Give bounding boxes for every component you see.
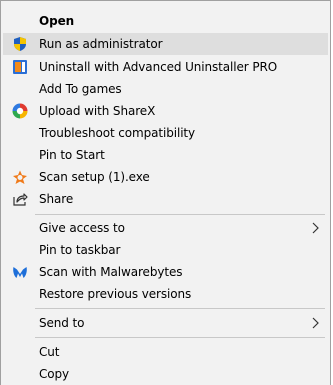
menu-item-share[interactable]: Share — [3, 188, 328, 210]
menu-item-label: Cut — [39, 345, 60, 359]
menu-item-give-access-to[interactable]: Give access to — [3, 217, 328, 239]
menu-item-troubleshoot-compatibility[interactable]: Troubleshoot compatibility — [3, 122, 328, 144]
share-icon — [12, 191, 28, 207]
menu-item-label: Open — [39, 14, 75, 28]
menu-item-label: Pin to taskbar — [39, 243, 121, 257]
context-menu: Open Run as administrator Uninstall with… — [0, 0, 331, 385]
menu-item-pin-to-taskbar[interactable]: Pin to taskbar — [3, 239, 328, 261]
menu-item-label: Upload with ShareX — [39, 104, 156, 118]
menu-item-send-to[interactable]: Send to — [3, 312, 328, 334]
advanced-uninstaller-icon — [12, 59, 28, 75]
uac-shield-icon — [12, 36, 28, 52]
menu-item-label: Send to — [39, 316, 85, 330]
menu-item-label: Uninstall with Advanced Uninstaller PRO — [39, 60, 278, 74]
chevron-right-icon — [311, 317, 321, 329]
menu-item-run-as-administrator[interactable]: Run as administrator — [3, 33, 328, 55]
menu-item-label: Pin to Start — [39, 148, 105, 162]
menu-item-upload-sharex[interactable]: Upload with ShareX — [3, 100, 328, 122]
avast-icon — [12, 169, 28, 185]
menu-item-pin-to-start[interactable]: Pin to Start — [3, 144, 328, 166]
menu-item-label: Give access to — [39, 221, 125, 235]
menu-item-uninstall-advanced-uninstaller[interactable]: Uninstall with Advanced Uninstaller PRO — [3, 56, 328, 78]
menu-separator — [35, 308, 325, 309]
menu-item-label: Copy — [39, 367, 70, 381]
menu-item-scan-malwarebytes[interactable]: Scan with Malwarebytes — [3, 261, 328, 283]
menu-item-label: Scan setup (1).exe — [39, 170, 150, 184]
menu-item-cut[interactable]: Cut — [3, 341, 328, 363]
chevron-right-icon — [311, 222, 321, 234]
menu-item-open[interactable]: Open — [3, 10, 328, 32]
menu-separator — [35, 337, 325, 338]
menu-item-label: Scan with Malwarebytes — [39, 265, 183, 279]
menu-item-scan-setup[interactable]: Scan setup (1).exe — [3, 166, 328, 188]
menu-item-label: Add To games — [39, 82, 122, 96]
menu-item-add-to-games[interactable]: Add To games — [3, 78, 328, 100]
menu-item-label: Restore previous versions — [39, 287, 192, 301]
sharex-icon — [12, 103, 28, 119]
menu-item-restore-previous-versions[interactable]: Restore previous versions — [3, 283, 328, 305]
menu-item-label: Troubleshoot compatibility — [39, 126, 196, 140]
menu-item-copy[interactable]: Copy — [3, 363, 328, 385]
menu-item-label: Share — [39, 192, 74, 206]
malwarebytes-icon — [12, 264, 28, 280]
menu-item-label: Run as administrator — [39, 37, 163, 51]
menu-separator — [35, 214, 325, 215]
